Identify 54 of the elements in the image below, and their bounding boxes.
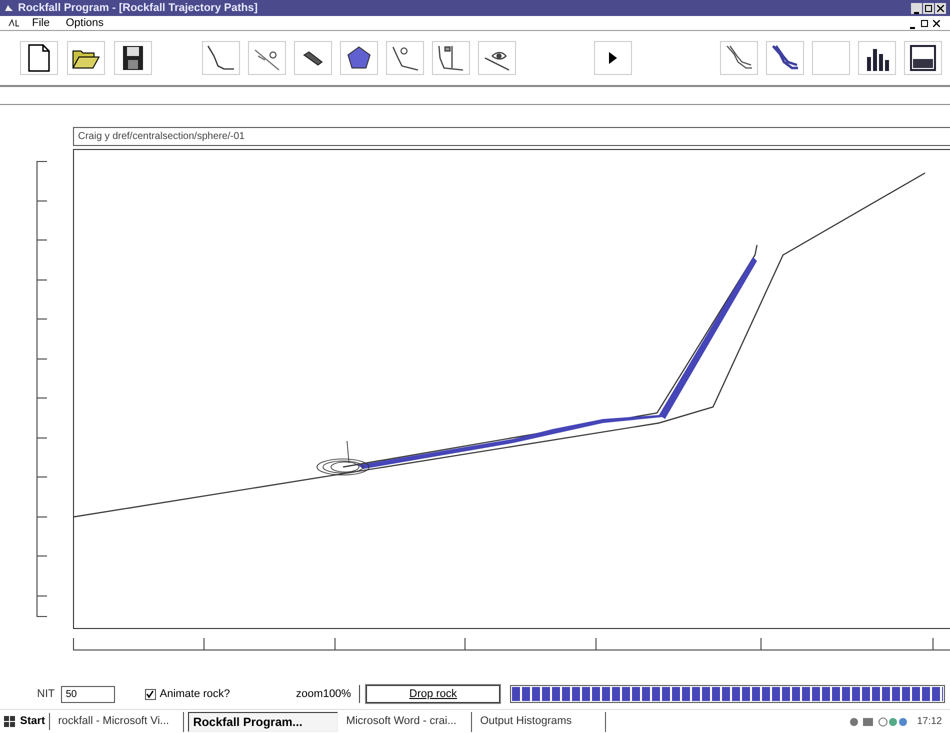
drop-rock-button[interactable]: Drop rock xyxy=(366,685,500,703)
toolbar-button[interactable] xyxy=(386,41,424,75)
toolbar-button[interactable] xyxy=(858,41,896,75)
slope-profile-icon xyxy=(206,44,236,72)
document-icon[interactable] xyxy=(8,19,20,27)
start-button[interactable]: Start xyxy=(4,713,50,730)
toolbar-button[interactable] xyxy=(904,41,942,75)
taskbar-button[interactable]: Microsoft Word - crai... xyxy=(342,712,472,732)
checkmark-icon xyxy=(146,690,154,698)
minimize-icon xyxy=(910,26,915,28)
toolbar-button[interactable] xyxy=(720,41,758,75)
slope-point-icon xyxy=(390,44,420,72)
child-close-button[interactable] xyxy=(931,18,942,28)
close-icon xyxy=(933,20,940,26)
taskbar-button[interactable]: Output Histograms xyxy=(476,712,606,732)
plot-label: Craig y dref/centralsection/sphere/-01 xyxy=(78,130,245,144)
play-icon xyxy=(609,52,617,64)
nit-label: NIT xyxy=(37,686,55,702)
animate-checkbox[interactable] xyxy=(144,688,156,700)
clock: 17:12 xyxy=(916,715,942,729)
close-icon xyxy=(937,4,944,12)
toolbar-button[interactable] xyxy=(294,41,332,75)
nit-input-field[interactable]: 50 xyxy=(60,686,115,702)
new-file-icon xyxy=(28,44,50,72)
pentagon-icon xyxy=(347,46,371,70)
minimize-button[interactable] xyxy=(911,2,922,14)
toolbar-button[interactable] xyxy=(340,41,378,75)
toolbar-button[interactable] xyxy=(67,41,105,75)
restore-icon xyxy=(925,4,932,12)
toolbar-button[interactable] xyxy=(478,41,516,75)
child-restore-button[interactable] xyxy=(919,18,930,28)
windows-logo-icon xyxy=(4,716,16,727)
toolbar-button[interactable] xyxy=(594,41,632,75)
window-title: Rockfall Program - [Rockfall Trajectory Paths] xyxy=(18,0,258,16)
taskbar-button[interactable]: rockfall - Microsoft Vi... xyxy=(54,712,184,732)
taskbar-button[interactable]: Rockfall Program... xyxy=(188,712,338,732)
window-panel-icon xyxy=(910,45,936,71)
animate-label: Animate rock? xyxy=(160,686,230,702)
zoom-button[interactable]: zoom100% xyxy=(288,685,360,703)
close-button[interactable] xyxy=(935,2,946,14)
toolbar-button[interactable] xyxy=(766,41,804,75)
slope-section-icon xyxy=(436,44,466,72)
app-icon xyxy=(4,3,14,13)
toolbar-button[interactable] xyxy=(432,41,470,75)
restore-icon xyxy=(921,20,928,26)
toolbar-button[interactable] xyxy=(114,41,152,75)
trajectory-icon xyxy=(770,44,800,72)
tray-icons-drawing xyxy=(848,716,909,728)
maximize-button[interactable] xyxy=(923,2,934,14)
menu-item[interactable]: File xyxy=(32,14,50,32)
toolbar-button[interactable] xyxy=(202,41,240,75)
menu-item[interactable]: Options xyxy=(66,14,104,32)
toolbar-button[interactable] xyxy=(20,41,58,75)
minimize-icon xyxy=(914,12,919,14)
